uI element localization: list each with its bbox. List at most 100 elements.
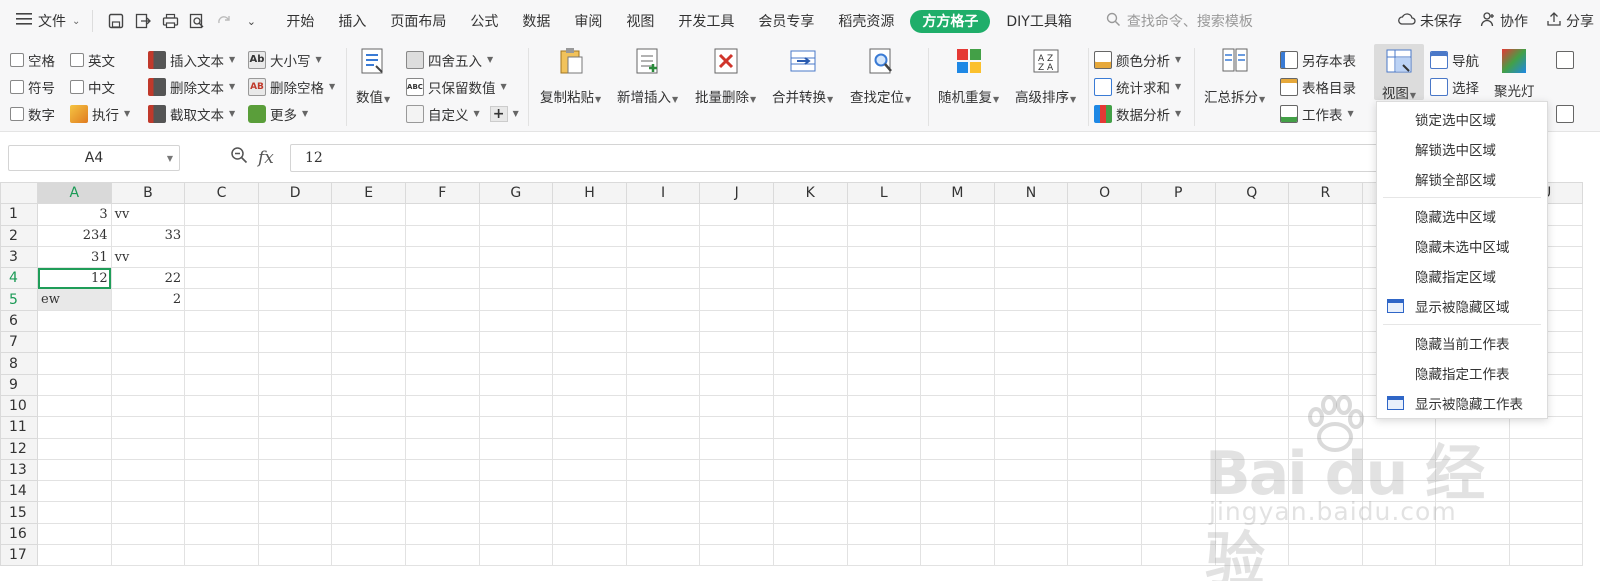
row-header[interactable]: 13 [0,458,38,482]
cell-f1[interactable] [404,203,480,226]
cell-r11[interactable] [1288,416,1363,439]
cell-s16[interactable] [1361,522,1437,546]
menu-item[interactable]: 隐藏选中区域 [1377,201,1547,231]
zoom-icon[interactable] [230,146,248,169]
cell-h11[interactable] [552,416,627,439]
cell-r16[interactable] [1288,522,1363,546]
cell-q17[interactable] [1214,544,1290,567]
cell-d6[interactable] [257,309,333,333]
cell-c1[interactable] [184,203,259,226]
cell-b12[interactable] [110,437,186,460]
cell-k14[interactable] [772,480,848,503]
cell-e10[interactable] [331,394,406,418]
cell-j8[interactable] [699,352,774,375]
cell-l14[interactable] [846,480,922,503]
checkbox-chinese[interactable]: 中文 [70,77,115,97]
cell-r5[interactable] [1288,288,1363,311]
cell-j3[interactable] [699,245,774,269]
cell-s17[interactable] [1361,544,1437,567]
cell-g17[interactable] [478,544,554,567]
cell-e17[interactable] [331,544,406,567]
new-insert-button[interactable]: 新增插入▼ [617,46,678,106]
collab-button[interactable]: 协作 [1480,11,1528,31]
row-header[interactable]: 10 [0,394,38,418]
row-header[interactable]: 5 [0,288,38,311]
cell-t14[interactable] [1435,480,1510,503]
column-header[interactable]: A [37,182,112,205]
cell-g1[interactable] [478,203,554,226]
cell-m14[interactable] [920,480,995,503]
cell-k10[interactable] [772,394,848,418]
cell-i7[interactable] [625,331,701,354]
column-header[interactable]: G [478,182,554,205]
cell-n14[interactable] [993,480,1069,503]
cell-e2[interactable] [331,224,406,247]
name-box[interactable]: A4 ▼ [8,145,180,171]
cell-d7[interactable] [257,331,333,354]
cell-f16[interactable] [404,522,480,546]
cell-i9[interactable] [625,373,701,396]
cell-p13[interactable] [1140,458,1216,482]
cell-p2[interactable] [1140,224,1216,247]
cell-h6[interactable] [552,309,627,333]
column-header[interactable]: O [1067,182,1142,205]
cell-f12[interactable] [404,437,480,460]
cell-l4[interactable] [846,267,922,290]
cell-m1[interactable] [920,203,995,226]
cell-g2[interactable] [478,224,554,247]
cell-p7[interactable] [1140,331,1216,354]
cell-d2[interactable] [257,224,333,247]
cell-d15[interactable] [257,501,333,524]
cell-a14[interactable] [37,480,112,503]
checkbox-english[interactable]: 英文 [70,50,115,70]
cell-e12[interactable] [331,437,406,460]
cell-n7[interactable] [993,331,1069,354]
cell-l7[interactable] [846,331,922,354]
menu-item[interactable]: 锁定选中区域 [1377,104,1547,134]
cell-n16[interactable] [993,522,1069,546]
tab-view[interactable]: 视图 [614,0,666,42]
cell-b7[interactable] [110,331,186,354]
color-analysis-button[interactable]: 颜色分析 ▼ [1094,46,1181,73]
column-header[interactable]: N [993,182,1069,205]
cell-o6[interactable] [1067,309,1142,333]
cell-r10[interactable] [1288,394,1363,418]
cell-o17[interactable] [1067,544,1142,567]
menu-item[interactable]: 显示被隐藏工作表 [1377,388,1547,418]
cell-o14[interactable] [1067,480,1142,503]
cell-c15[interactable] [184,501,259,524]
stats-sum-button[interactable]: 统计求和 ▼ [1094,73,1181,100]
cell-c17[interactable] [184,544,259,567]
cell-e8[interactable] [331,352,406,375]
cell-d13[interactable] [257,458,333,482]
cell-j11[interactable] [699,416,774,439]
cell-j4[interactable] [699,267,774,290]
cell-b2[interactable]: 33 [110,224,186,247]
cell-p15[interactable] [1140,501,1216,524]
cell-t12[interactable] [1435,437,1510,460]
row-header[interactable]: 3 [0,245,38,269]
cell-i4[interactable] [625,267,701,290]
cell-g9[interactable] [478,373,554,396]
cell-k9[interactable] [772,373,848,396]
cell-c16[interactable] [184,522,259,546]
row-header[interactable]: 15 [0,501,38,524]
cell-l12[interactable] [846,437,922,460]
insert-text-button[interactable]: 插入文本 ▼ [148,46,235,73]
cell-q12[interactable] [1214,437,1290,460]
cell-e14[interactable] [331,480,406,503]
cell-l13[interactable] [846,458,922,482]
cell-m9[interactable] [920,373,995,396]
fx-icon[interactable]: fx [258,148,274,168]
row-header[interactable]: 9 [0,373,38,396]
cell-i8[interactable] [625,352,701,375]
cell-e1[interactable] [331,203,406,226]
cell-d1[interactable] [257,203,333,226]
execute-button[interactable]: 执行 ▼ [70,104,130,124]
cell-h14[interactable] [552,480,627,503]
cell-o9[interactable] [1067,373,1142,396]
cell-c11[interactable] [184,416,259,439]
cell-n6[interactable] [993,309,1069,333]
cell-a4[interactable]: 12 [37,267,112,290]
cell-d14[interactable] [257,480,333,503]
